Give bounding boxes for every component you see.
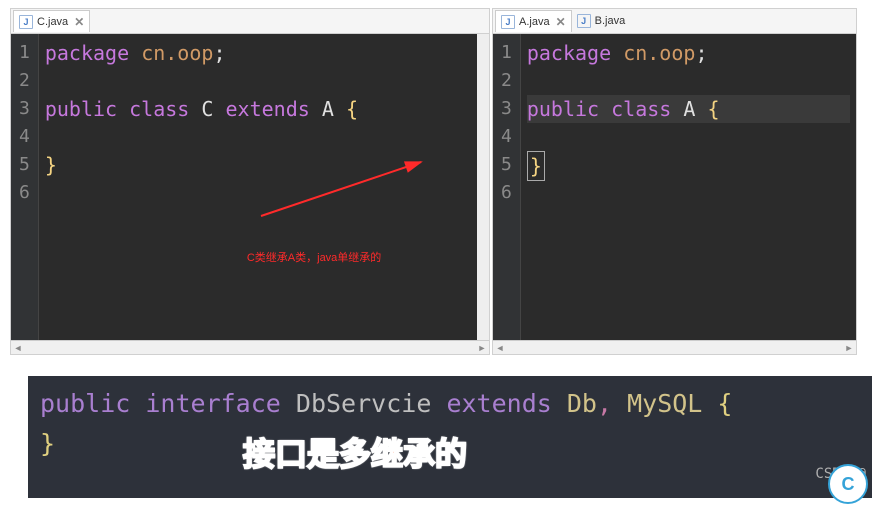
tab-label: B.java [595, 15, 626, 27]
scroll-right-icon[interactable]: ► [842, 341, 856, 355]
tab-label: C.java [37, 16, 68, 28]
vertical-scrollbar[interactable] [477, 34, 489, 340]
right-editor-pane: J A.java ✕ J B.java 1 2 3 4 5 6 package … [492, 8, 857, 355]
right-tab-bar: J A.java ✕ J B.java [493, 9, 856, 34]
right-gutter: 1 2 3 4 5 6 [493, 34, 521, 340]
left-code-editor[interactable]: 1 2 3 4 5 6 package cn.oop; public class… [11, 34, 489, 340]
horizontal-scrollbar[interactable]: ◄ ► [493, 340, 856, 354]
brand-logo: C [828, 464, 868, 504]
left-annotation-text: C类继承A类，java单继承的 [247, 244, 381, 272]
tab-label: A.java [519, 16, 550, 28]
close-icon[interactable]: ✕ [74, 15, 84, 29]
cursor-position: } [527, 151, 545, 181]
left-gutter: 1 2 3 4 5 6 [11, 34, 39, 340]
tab-c-java[interactable]: J C.java ✕ [13, 10, 90, 32]
right-code-area[interactable]: package cn.oop; public class A { } [521, 34, 856, 340]
interface-code-panel: public interface DbServcie extends Db, M… [28, 376, 872, 498]
left-tab-bar: J C.java ✕ [11, 9, 489, 34]
scroll-right-icon[interactable]: ► [475, 341, 489, 355]
close-icon[interactable]: ✕ [556, 15, 566, 29]
scroll-left-icon[interactable]: ◄ [11, 341, 25, 355]
scroll-left-icon[interactable]: ◄ [493, 341, 507, 355]
left-code-area[interactable]: package cn.oop; public class C extends A… [39, 34, 477, 340]
tab-b-java[interactable]: J B.java [572, 10, 631, 32]
java-file-icon: J [501, 15, 515, 29]
java-file-icon: J [577, 14, 591, 28]
interface-annotation-text: 接口是多继承的 [243, 434, 467, 474]
logo-icon: C [828, 464, 868, 504]
left-editor-pane: J C.java ✕ 1 2 3 4 5 6 package cn.oop; p… [10, 8, 490, 355]
right-code-editor[interactable]: 1 2 3 4 5 6 package cn.oop; public class… [493, 34, 856, 340]
tab-a-java[interactable]: J A.java ✕ [495, 10, 572, 32]
horizontal-scrollbar[interactable]: ◄ ► [11, 340, 489, 354]
interface-code-area[interactable]: public interface DbServcie extends Db, M… [28, 376, 872, 498]
java-file-icon: J [19, 15, 33, 29]
